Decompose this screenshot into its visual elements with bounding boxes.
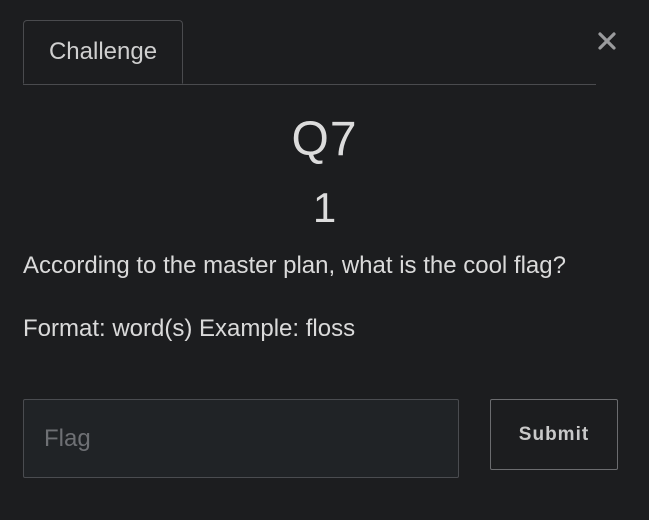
- tab-challenge[interactable]: Challenge: [23, 20, 183, 84]
- challenge-description: According to the master plan, what is th…: [23, 252, 566, 279]
- format-hint: Format: word(s) Example: floss: [23, 315, 356, 342]
- submit-button[interactable]: Submit: [490, 399, 618, 470]
- challenge-modal: Challenge Q7 1 According to the master p…: [0, 0, 649, 520]
- flag-input[interactable]: [23, 399, 459, 478]
- close-button[interactable]: [592, 26, 622, 56]
- tab-challenge-label: Challenge: [48, 38, 158, 65]
- challenge-value: 1: [312, 184, 337, 231]
- challenge-title: Q7: [291, 113, 358, 166]
- close-icon: [598, 32, 616, 50]
- tabs-divider: [23, 84, 596, 85]
